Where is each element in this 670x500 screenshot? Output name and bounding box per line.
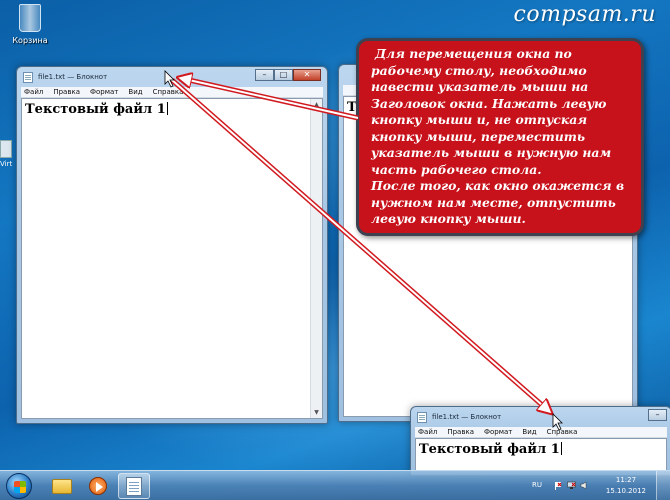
system-tray: RU 11:27 15.10.2012 xyxy=(530,471,670,500)
arrow-drag-path-inner xyxy=(171,79,550,412)
speaker-icon[interactable] xyxy=(580,481,589,490)
clock[interactable]: 11:27 15.10.2012 xyxy=(606,475,646,497)
cursor-arrow-icon xyxy=(552,413,563,431)
annotation-overlay xyxy=(164,70,563,431)
language-indicator[interactable]: RU xyxy=(532,481,542,489)
taskbar-explorer-button[interactable] xyxy=(46,473,78,499)
taskbar: RU 11:27 15.10.2012 xyxy=(0,470,670,500)
notepad-icon xyxy=(126,476,142,496)
flag-icon[interactable] xyxy=(554,481,563,490)
folder-icon xyxy=(52,478,72,494)
media-player-icon xyxy=(89,477,107,495)
cursor-arrow-icon xyxy=(164,70,175,88)
start-button[interactable] xyxy=(6,473,32,499)
taskbar-notepad-button[interactable] xyxy=(118,473,150,499)
network-icon[interactable] xyxy=(567,481,576,490)
taskbar-media-player-button[interactable] xyxy=(82,473,114,499)
clock-date: 15.10.2012 xyxy=(605,487,646,495)
windows-logo-icon xyxy=(14,481,26,493)
show-desktop-button[interactable] xyxy=(656,471,670,500)
clock-time: 11:27 xyxy=(615,476,637,484)
